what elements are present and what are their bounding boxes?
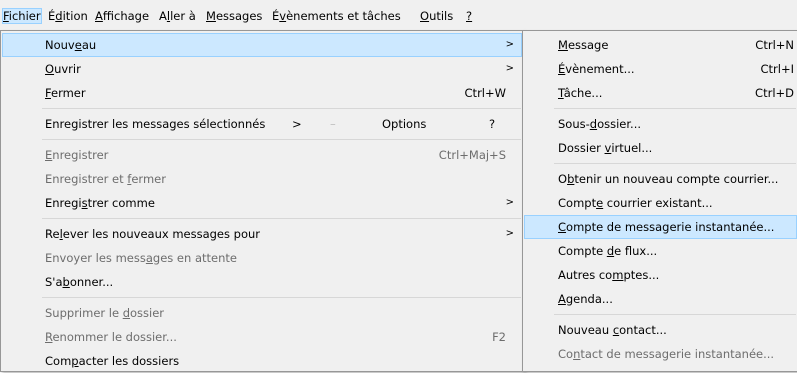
- separator: [42, 297, 521, 298]
- file-menu: Nouveau > Ouvrir > Fermer Ctrl+W Enregis…: [0, 30, 524, 372]
- menubar-help[interactable]: ?: [466, 9, 472, 23]
- label: Compte courrier existant...: [558, 196, 713, 210]
- menu-item-enregistrer[interactable]: Enregistrer Ctrl+Maj+S: [2, 143, 522, 167]
- label: Fermer: [45, 86, 86, 100]
- submenu-item-nouveau-contact[interactable]: Nouveau contact...: [524, 318, 797, 342]
- label: Obtenir un nouveau compte courrier...: [558, 172, 779, 186]
- label: Contact de messagerie instantanée...: [558, 347, 775, 361]
- separator: [42, 139, 521, 140]
- menu-item-sabonner[interactable]: S'abonner...: [2, 270, 522, 294]
- menu-item-enregistrer-comme[interactable]: Enregistrer comme >: [2, 191, 522, 215]
- label: Évènement...: [558, 62, 635, 76]
- menu-item-ouvrir[interactable]: Ouvrir >: [2, 57, 522, 81]
- label: Compte de messagerie instantanée...: [558, 220, 775, 234]
- submenu-item-agenda[interactable]: Agenda...: [524, 287, 797, 311]
- label: Nouveau contact...: [558, 323, 667, 337]
- label: Enregistrer les messages sélectionnés: [45, 117, 266, 131]
- menu-item-supprimer[interactable]: Supprimer le dossier: [2, 301, 522, 325]
- submenu-item-compte-messagerie[interactable]: Compte de messagerie instantanée...: [524, 215, 797, 239]
- label: Nouveau: [45, 38, 97, 52]
- menu-item-compacter[interactable]: Compacter les dossiers: [2, 349, 522, 373]
- label: Sous-dossier...: [558, 117, 642, 131]
- shortcut: Ctrl+N: [755, 38, 794, 52]
- shortcut: F2: [492, 330, 506, 344]
- menubar-aller[interactable]: Aller à: [159, 9, 196, 23]
- menubar-outils[interactable]: Outils: [420, 9, 453, 23]
- menubar-fichier[interactable]: Fichier: [2, 8, 42, 24]
- shortcut: Ctrl+Maj+S: [438, 148, 506, 162]
- menubar-edition[interactable]: Édition: [48, 9, 88, 23]
- shortcut: Ctrl+I: [760, 62, 795, 76]
- chevron-right-icon: >: [292, 117, 302, 131]
- submenu-item-compte-flux[interactable]: Compte de flux...: [524, 239, 797, 263]
- submenu-item-message[interactable]: Message Ctrl+N: [524, 33, 797, 57]
- menu-item-enregistrer-selection[interactable]: Enregistrer les messages sélectionnés > …: [2, 112, 522, 136]
- submenu-item-obtenir[interactable]: Obtenir un nouveau compte courrier...: [524, 167, 797, 191]
- label: Autres comptes...: [558, 268, 660, 282]
- menu-item-enregistrer-fermer[interactable]: Enregistrer et fermer: [2, 167, 522, 191]
- menubar-messages[interactable]: Messages: [206, 9, 262, 23]
- label: Supprimer le dossier: [45, 306, 165, 320]
- label: Enregistrer et fermer: [45, 172, 166, 186]
- submenu-item-tache[interactable]: Tâche... Ctrl+D: [524, 81, 797, 105]
- menu-item-envoyer[interactable]: Envoyer les messages en attente: [2, 246, 522, 270]
- separator: [42, 108, 521, 109]
- menu-item-nouveau[interactable]: Nouveau >: [2, 33, 522, 57]
- chevron-right-icon: >: [505, 197, 514, 208]
- label: S'abonner...: [45, 275, 114, 289]
- label: Message: [558, 38, 609, 52]
- menubar-affichage[interactable]: Affichage: [95, 9, 149, 23]
- label: Renommer le dossier...: [45, 330, 177, 344]
- label: Enregistrer: [45, 148, 109, 162]
- label: Enregistrer comme: [45, 196, 155, 210]
- chevron-right-icon: >: [505, 63, 514, 74]
- submenu-item-dossier-virtuel[interactable]: Dossier virtuel...: [524, 136, 797, 160]
- options-label[interactable]: Options: [382, 112, 426, 136]
- label: Compte de flux...: [558, 244, 658, 258]
- menu-bar: Fichier Édition Affichage Aller à Messag…: [0, 0, 797, 32]
- shortcut: Ctrl+W: [464, 86, 506, 100]
- label: Ouvrir: [45, 62, 81, 76]
- menu-item-relever[interactable]: Relever les nouveaux messages pour >: [2, 222, 522, 246]
- shortcut: Ctrl+D: [755, 86, 794, 100]
- submenu-item-sous-dossier[interactable]: Sous-dossier...: [524, 112, 797, 136]
- nouveau-submenu: Message Ctrl+N Évènement... Ctrl+I Tâche…: [522, 30, 797, 372]
- separator: [554, 108, 796, 109]
- separator: [42, 218, 521, 219]
- menubar-evenements[interactable]: Évènements et tâches: [272, 9, 401, 23]
- submenu-item-autres[interactable]: Autres comptes...: [524, 263, 797, 287]
- help-label[interactable]: ?: [489, 112, 495, 136]
- label: Envoyer les messages en attente: [45, 251, 237, 265]
- label: Tâche...: [558, 86, 603, 100]
- label: Relever les nouveaux messages pour: [45, 227, 260, 241]
- label: Compacter les dossiers: [45, 354, 180, 368]
- chevron-right-icon: >: [505, 39, 514, 50]
- label: Agenda...: [558, 292, 613, 306]
- chevron-right-icon: >: [505, 228, 514, 239]
- separator: [554, 314, 796, 315]
- submenu-item-contact-messagerie[interactable]: Contact de messagerie instantanée...: [524, 342, 797, 366]
- label: Dossier virtuel...: [558, 141, 653, 155]
- dash-separator: –: [330, 117, 336, 131]
- submenu-item-evenement[interactable]: Évènement... Ctrl+I: [524, 57, 797, 81]
- menu-item-renommer[interactable]: Renommer le dossier... F2: [2, 325, 522, 349]
- submenu-item-compte-existant[interactable]: Compte courrier existant...: [524, 191, 797, 215]
- separator: [554, 163, 796, 164]
- menu-item-fermer[interactable]: Fermer Ctrl+W: [2, 81, 522, 105]
